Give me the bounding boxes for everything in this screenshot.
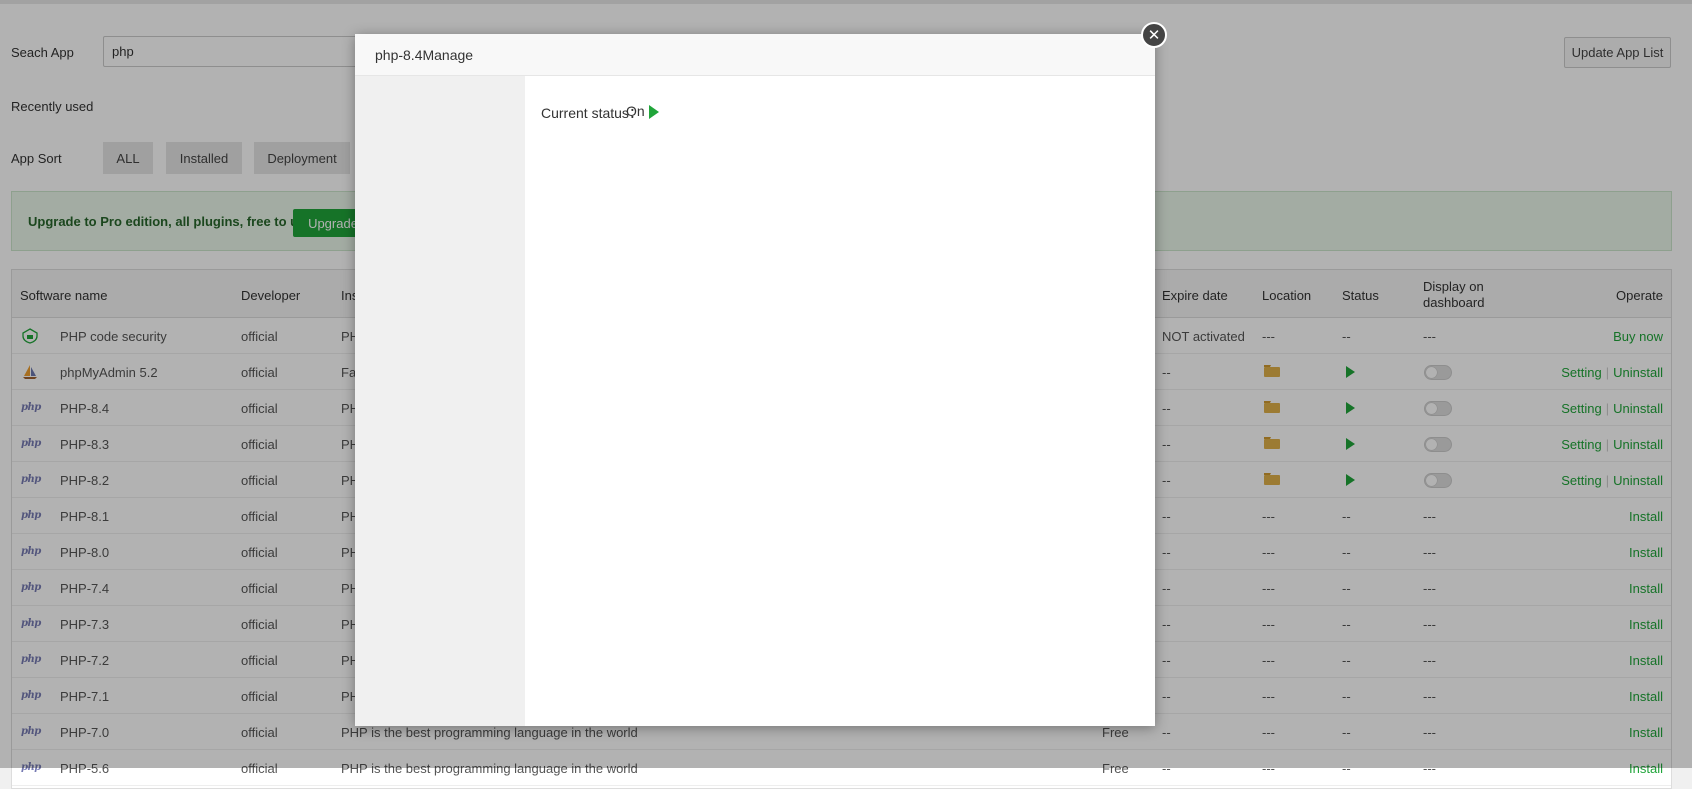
current-status-value: On <box>626 103 645 119</box>
play-icon <box>649 105 659 119</box>
dialog-title: php-8.4Manage <box>375 47 474 63</box>
dialog-sidebar <box>355 76 525 726</box>
dialog-header: php-8.4Manage <box>355 34 1155 76</box>
dialog-body: Current status： On <box>525 76 1155 726</box>
manage-dialog: php-8.4Manage Current status： On <box>355 34 1155 726</box>
close-icon[interactable]: ✕ <box>1141 22 1167 48</box>
